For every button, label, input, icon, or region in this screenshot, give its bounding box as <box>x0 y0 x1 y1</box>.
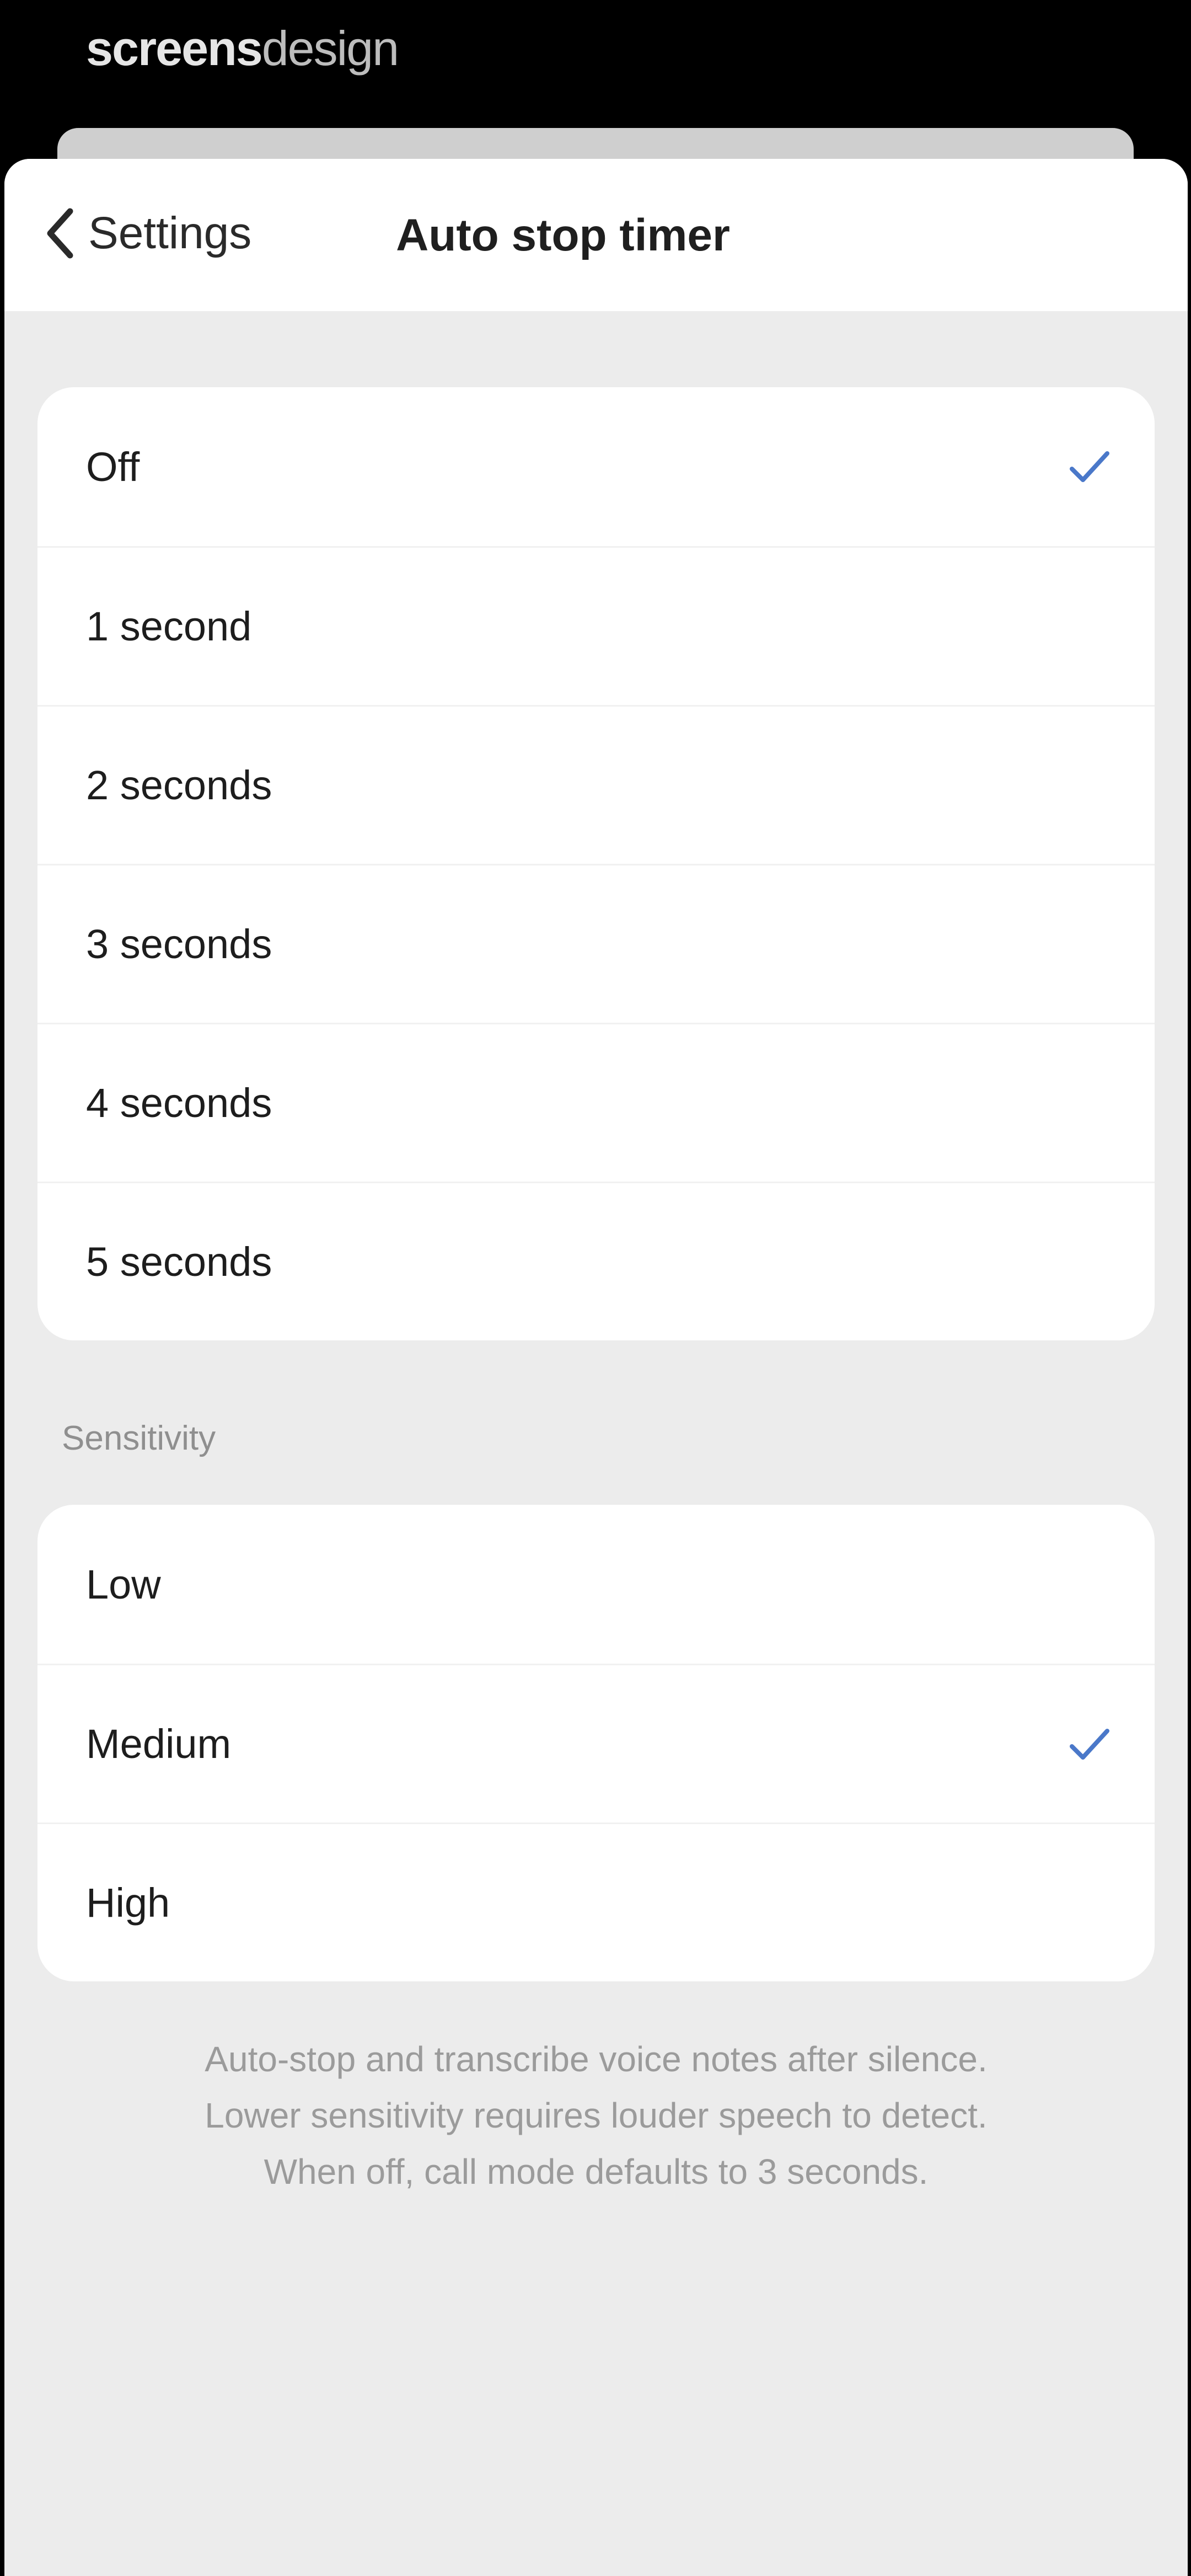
sensitivity-option-low[interactable]: Low <box>37 1505 1155 1664</box>
timer-option-label: 3 seconds <box>86 921 272 967</box>
timer-option-4-seconds[interactable]: 4 seconds <box>37 1023 1155 1182</box>
screensdesign-watermark: screensdesign <box>86 21 399 76</box>
timer-option-label: 5 seconds <box>86 1239 272 1285</box>
sensitivity-option-label: High <box>86 1880 170 1926</box>
timer-option-1-second[interactable]: 1 second <box>37 546 1155 705</box>
footer-line: Lower sensitivity requires louder speech… <box>205 2096 988 2135</box>
checkmark-icon <box>1067 445 1112 489</box>
page-title: Auto stop timer <box>396 210 730 260</box>
footer-line: When off, call mode defaults to 3 second… <box>264 2152 929 2192</box>
footer-description: Auto-stop and transcribe voice notes aft… <box>71 2031 1122 2200</box>
watermark-part-1: screens <box>86 21 263 76</box>
timer-option-label: 1 second <box>86 603 252 649</box>
sensitivity-option-medium[interactable]: Medium <box>37 1664 1155 1823</box>
navigation-bar: Settings Auto stop timer <box>4 159 1188 311</box>
watermark-part-2: design <box>261 21 399 76</box>
sensitivity-option-label: Low <box>86 1561 161 1607</box>
sensitivity-section-header: Sensitivity <box>62 1419 216 1457</box>
checkmark-icon <box>1067 1722 1112 1766</box>
timer-option-label: 4 seconds <box>86 1080 272 1126</box>
footer-line: Auto-stop and transcribe voice notes aft… <box>205 2039 988 2079</box>
sensitivity-option-label: Medium <box>86 1721 232 1767</box>
timer-option-off[interactable]: Off <box>37 387 1155 546</box>
timer-option-label: Off <box>86 443 140 490</box>
timer-option-label: 2 seconds <box>86 762 272 808</box>
timer-options-list: Off 1 second 2 seconds 3 seconds 4 secon… <box>37 387 1155 1340</box>
timer-option-5-seconds[interactable]: 5 seconds <box>37 1182 1155 1340</box>
settings-sheet: Settings Auto stop timer Off 1 second 2 … <box>4 159 1188 2576</box>
sensitivity-option-high[interactable]: High <box>37 1823 1155 1981</box>
timer-option-2-seconds[interactable]: 2 seconds <box>37 705 1155 864</box>
sensitivity-options-list: Low Medium High <box>37 1505 1155 1981</box>
timer-option-3-seconds[interactable]: 3 seconds <box>37 864 1155 1023</box>
